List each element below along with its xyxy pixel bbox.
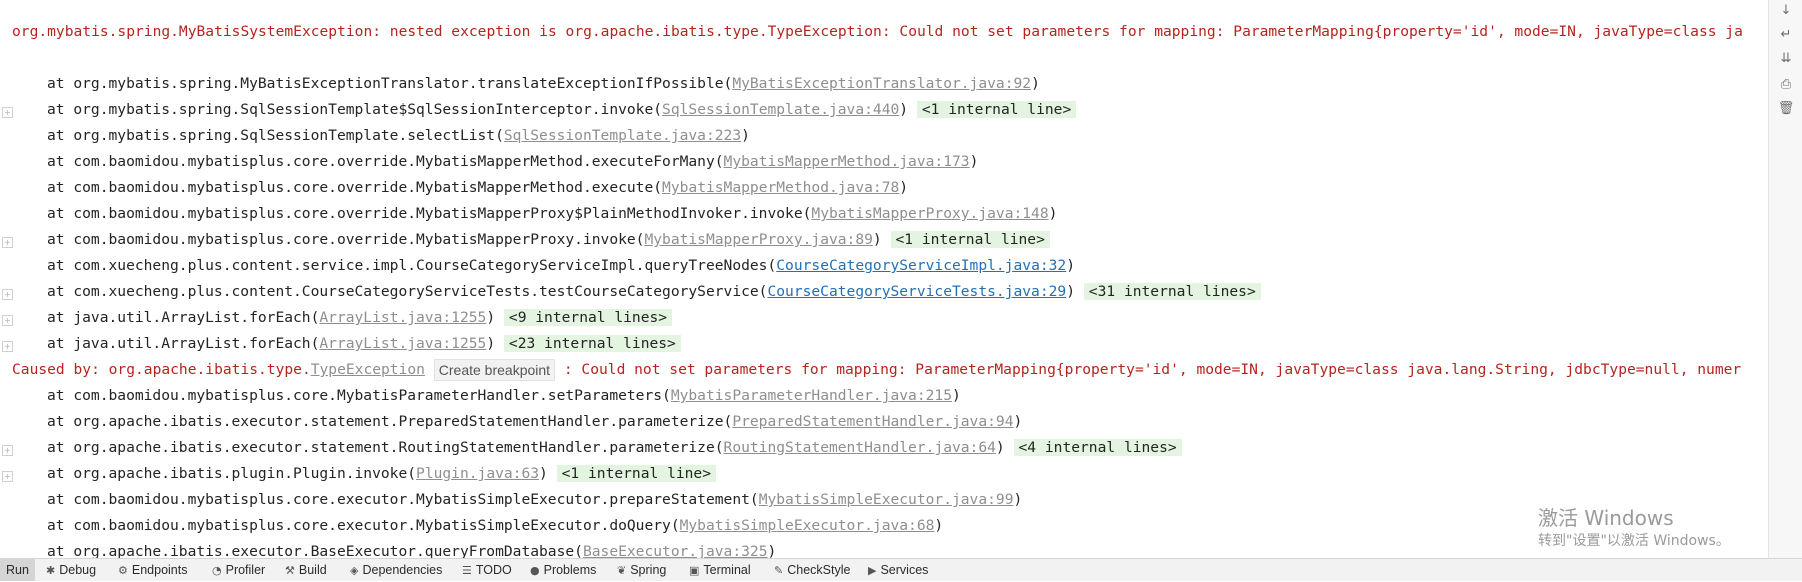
internal-lines-badge[interactable]: <1 internal line> <box>916 101 1077 118</box>
tab-build[interactable]: ⚒ Build <box>285 559 327 581</box>
fold-expand-icon[interactable]: + <box>2 471 13 482</box>
internal-lines-badge[interactable]: <9 internal lines> <box>503 309 673 326</box>
stack-frame: at com.baomidou.mybatisplus.core.overrid… <box>47 205 1058 222</box>
dependencies-icon: ◈ <box>350 564 359 577</box>
fold-expand-icon[interactable]: + <box>2 341 13 352</box>
tab-debug[interactable]: ✱ Debug <box>46 559 96 581</box>
source-link[interactable]: MyBatisExceptionTranslator.java:92 <box>732 75 1031 92</box>
stack-frame: at com.baomidou.mybatisplus.core.overrid… <box>47 228 1050 252</box>
caused-by-line: Caused by: org.apache.ibatis.type.TypeEx… <box>12 358 1741 382</box>
todo-icon: ☰ <box>462 564 472 577</box>
source-link[interactable]: ArrayList.java:1255 <box>319 309 486 326</box>
exception-class-link[interactable]: TypeException <box>311 361 425 378</box>
stack-frame: at java.util.ArrayList.forEach(ArrayList… <box>47 306 673 330</box>
fold-expand-icon[interactable]: + <box>2 107 13 118</box>
print-icon[interactable]: ⎙ <box>1777 76 1795 94</box>
problems-icon: ● <box>530 564 540 577</box>
source-link[interactable]: ArrayList.java:1255 <box>319 335 486 352</box>
source-link[interactable]: CourseCategoryServiceImpl.java:32 <box>776 257 1066 274</box>
stack-frame: at com.xuecheng.plus.content.CourseCateg… <box>47 280 1261 304</box>
arrow-down-icon[interactable]: ↓ <box>1777 2 1795 20</box>
endpoints-icon: ⚙ <box>118 564 128 577</box>
stack-frame: at com.baomidou.mybatisplus.core.overrid… <box>47 153 979 170</box>
source-link[interactable]: SqlSessionTemplate.java:223 <box>504 127 741 144</box>
stack-frame: at org.apache.ibatis.executor.BaseExecut… <box>47 543 777 558</box>
tab-profiler[interactable]: ◔ Profiler <box>212 559 265 581</box>
stack-frame: at org.apache.ibatis.executor.statement.… <box>47 436 1182 460</box>
internal-lines-badge[interactable]: <23 internal lines> <box>503 335 681 352</box>
windows-activation-watermark: 激活 Windows 转到"设置"以激活 Windows。 <box>1538 505 1730 551</box>
profiler-icon: ◔ <box>212 564 222 577</box>
scroll-to-end-icon[interactable]: ⇊ <box>1777 50 1795 68</box>
source-link[interactable]: MybatisMapperProxy.java:148 <box>811 205 1048 222</box>
fold-expand-icon[interactable]: + <box>2 445 13 456</box>
stack-frame: at org.apache.ibatis.executor.statement.… <box>47 413 1023 430</box>
services-icon: ▶ <box>868 564 877 577</box>
create-breakpoint-tooltip[interactable]: Create breakpoint <box>433 359 556 381</box>
watermark-title: 激活 Windows <box>1538 506 1674 530</box>
stack-frame: at com.baomidou.mybatisplus.core.executo… <box>47 491 1023 508</box>
console-toolbar: ↓ ↵ ⇊ ⎙ 🗑 <box>1768 0 1802 558</box>
source-link[interactable]: RoutingStatementHandler.java:64 <box>724 439 996 456</box>
stack-frame: at java.util.ArrayList.forEach(ArrayList… <box>47 332 681 356</box>
source-link[interactable]: BaseExecutor.java:325 <box>583 543 768 558</box>
stack-frame: at com.xuecheng.plus.content.service.imp… <box>47 257 1076 274</box>
soft-wrap-icon[interactable]: ↵ <box>1777 26 1795 44</box>
tab-endpoints[interactable]: ⚙ Endpoints <box>118 559 187 581</box>
fold-expand-icon[interactable]: + <box>2 315 13 326</box>
tool-window-bar: Run ✱ Debug ⚙ Endpoints ◔ Profiler ⚒ Build ◈… <box>0 558 1802 581</box>
source-link[interactable]: MybatisSimpleExecutor.java:99 <box>759 491 1014 508</box>
stack-frame: at org.mybatis.spring.SqlSessionTemplate… <box>47 127 750 144</box>
tab-terminal[interactable]: ▣ Terminal <box>689 559 751 581</box>
source-link[interactable]: PreparedStatementHandler.java:94 <box>732 413 1013 430</box>
fold-expand-icon[interactable]: + <box>2 237 13 248</box>
internal-lines-badge[interactable]: <4 internal lines> <box>1013 439 1182 456</box>
source-link[interactable]: MybatisMapperMethod.java:78 <box>662 179 899 196</box>
tab-spring[interactable]: ❦ Spring <box>617 559 666 581</box>
tab-problems[interactable]: ● Problems <box>530 559 596 581</box>
source-link[interactable]: MybatisMapperMethod.java:173 <box>724 153 970 170</box>
stack-frame: at com.baomidou.mybatisplus.core.Mybatis… <box>47 387 961 404</box>
source-link[interactable]: SqlSessionTemplate.java:440 <box>662 101 899 118</box>
exception-header-line: org.mybatis.spring.MyBatisSystemExceptio… <box>12 23 1743 40</box>
debug-icon: ✱ <box>46 564 56 577</box>
stack-frame: at org.apache.ibatis.plugin.Plugin.invok… <box>47 462 717 486</box>
build-icon: ⚒ <box>285 564 295 577</box>
trash-icon[interactable]: 🗑 <box>1777 100 1795 118</box>
stack-frame: at org.mybatis.spring.MyBatisExceptionTr… <box>47 75 1040 92</box>
watermark-subtitle: 转到"设置"以激活 Windows。 <box>1538 533 1730 549</box>
internal-lines-badge[interactable]: <31 internal lines> <box>1083 283 1261 300</box>
internal-lines-badge[interactable]: <1 internal line> <box>890 231 1050 248</box>
tab-dependencies[interactable]: ◈ Dependencies <box>350 559 442 581</box>
spring-icon: ❦ <box>617 564 627 577</box>
tab-todo[interactable]: ☰ TODO <box>462 559 512 581</box>
tab-checkstyle[interactable]: ✎ CheckStyle <box>774 559 850 581</box>
stack-frame: at org.mybatis.spring.SqlSessionTemplate… <box>47 98 1077 122</box>
source-link[interactable]: MybatisMapperProxy.java:89 <box>644 231 872 248</box>
source-link[interactable]: MybatisSimpleExecutor.java:68 <box>680 517 935 534</box>
source-link[interactable]: MybatisParameterHandler.java:215 <box>671 387 952 404</box>
stack-frame: at com.baomidou.mybatisplus.core.executo… <box>47 517 944 534</box>
source-link[interactable]: Plugin.java:63 <box>416 465 539 482</box>
stack-frame: at com.baomidou.mybatisplus.core.overrid… <box>47 179 909 196</box>
checkstyle-icon: ✎ <box>774 564 784 577</box>
tab-services[interactable]: ▶ Services <box>868 559 928 581</box>
tab-run[interactable]: Run <box>0 559 35 581</box>
terminal-icon: ▣ <box>689 564 700 577</box>
fold-expand-icon[interactable]: + <box>2 289 13 300</box>
console-output[interactable]: org.mybatis.spring.MyBatisSystemExceptio… <box>0 0 1768 558</box>
internal-lines-badge[interactable]: <1 internal line> <box>556 465 717 482</box>
source-link[interactable]: CourseCategoryServiceTests.java:29 <box>767 283 1066 300</box>
